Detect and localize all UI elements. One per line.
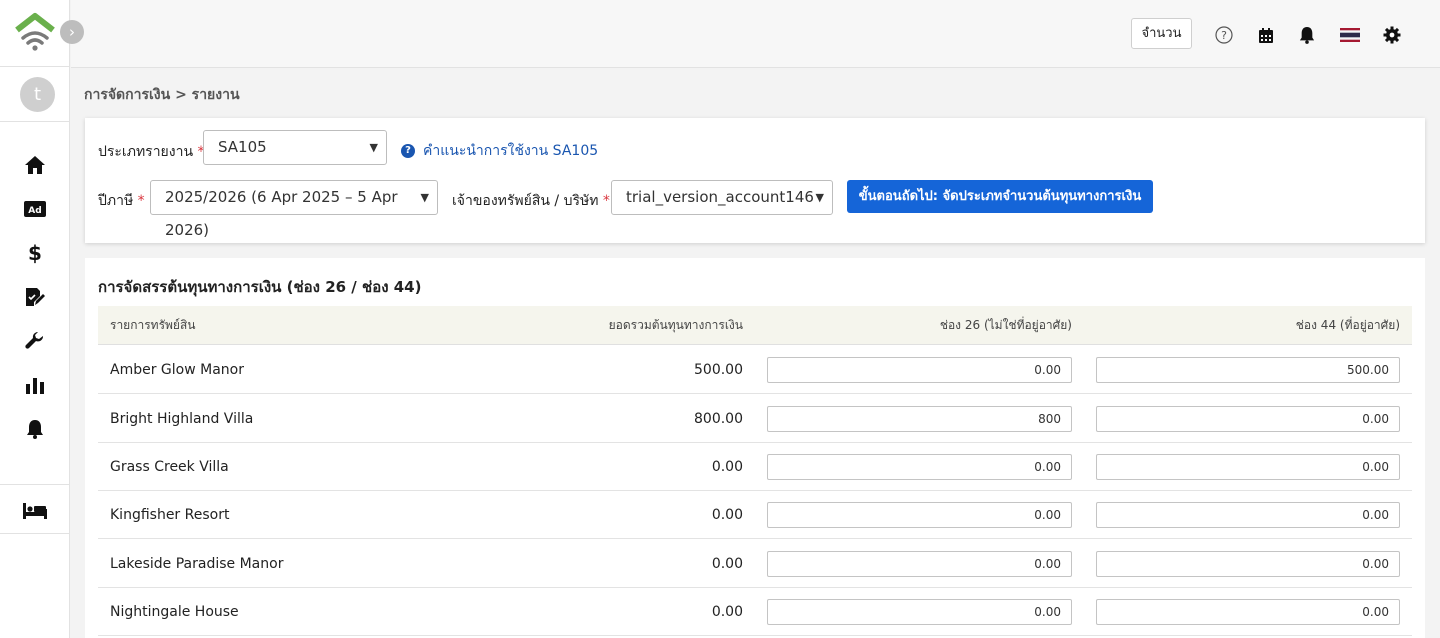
notification-bell-icon[interactable] xyxy=(1296,24,1318,46)
column-header-total: ยอดรวมต้นทุนทางการเงิน xyxy=(608,318,743,332)
chevron-down-icon: ▼ xyxy=(815,191,824,204)
report-type-select[interactable]: SA105 ▼ xyxy=(203,130,387,165)
home-icon[interactable] xyxy=(22,152,48,178)
required-mark: * xyxy=(137,193,145,209)
table-row: Grass Creek Villa 0.00 xyxy=(98,443,1412,491)
property-name: Lakeside Paradise Manor xyxy=(110,556,284,572)
tax-year-label: ปีภาษี * xyxy=(98,193,145,209)
table-row: Bright Highland Villa 800.00 xyxy=(98,395,1412,443)
total-cost: 500.00 xyxy=(694,362,743,378)
box44-input[interactable] xyxy=(1096,551,1400,577)
property-name: Nightingale House xyxy=(110,604,239,620)
box26-input[interactable] xyxy=(767,406,1072,432)
box26-input[interactable] xyxy=(767,502,1072,528)
chevron-down-icon: ▼ xyxy=(369,141,378,154)
total-cost: 0.00 xyxy=(711,604,743,620)
top-header: จำนวน ? xyxy=(71,0,1440,68)
table-row: Lakeside Paradise Manor 0.00 xyxy=(98,540,1412,588)
table-row: Kingfisher Resort 0.00 xyxy=(98,491,1412,539)
dollar-icon[interactable]: $ xyxy=(22,240,48,266)
column-header-box44: ช่อง 44 (ที่อยู่อาศัย) xyxy=(1295,318,1400,332)
property-name: Grass Creek Villa xyxy=(110,459,229,475)
box44-input[interactable] xyxy=(1096,454,1400,480)
chevron-down-icon: ▼ xyxy=(420,191,429,204)
avatar[interactable]: t xyxy=(20,77,55,112)
box26-input[interactable] xyxy=(767,357,1072,383)
table-row: Amber Glow Manor 500.00 xyxy=(98,346,1412,394)
report-type-label: ประเภทรายงาน * xyxy=(98,144,205,160)
sidebar-collapse-button[interactable]: › xyxy=(60,20,84,44)
sidebar-divider xyxy=(0,121,70,122)
ad-icon[interactable]: Ad xyxy=(22,196,48,222)
sidebar: t Ad $ xyxy=(0,0,70,638)
required-mark: * xyxy=(602,193,610,209)
table-header: รายการทรัพย์สิน ยอดรวมต้นทุนทางการเงิน ช… xyxy=(98,306,1412,345)
table-row: Nightingale House 0.00 xyxy=(98,588,1412,636)
owner-select[interactable]: trial_version_account146 ▼ xyxy=(611,180,833,215)
svg-text:Ad: Ad xyxy=(28,206,41,216)
thai-flag-icon[interactable] xyxy=(1339,24,1361,46)
bed-icon[interactable] xyxy=(22,498,48,524)
column-header-property: รายการทรัพย์สิน xyxy=(110,318,196,332)
box26-input[interactable] xyxy=(767,599,1072,625)
total-cost: 0.00 xyxy=(711,556,743,572)
question-circle-icon: ? xyxy=(401,144,415,158)
svg-text:$: $ xyxy=(28,242,42,264)
sidebar-divider xyxy=(0,484,70,485)
property-name: Amber Glow Manor xyxy=(110,362,244,378)
section-title: การจัดสรรต้นทุนทางการเงิน (ช่อง 26 / ช่อ… xyxy=(98,278,422,296)
quantity-button[interactable]: จำนวน xyxy=(1131,18,1192,49)
svg-text:?: ? xyxy=(1221,29,1227,42)
settings-gear-icon[interactable] xyxy=(1381,24,1403,46)
box44-input[interactable] xyxy=(1096,357,1400,383)
property-name: Kingfisher Resort xyxy=(110,507,230,523)
total-cost: 800.00 xyxy=(694,411,743,427)
breadcrumb: การจัดการเงิน > รายงาน xyxy=(84,87,240,103)
edit-document-icon[interactable] xyxy=(22,284,48,310)
finance-cost-card: การจัดสรรต้นทุนทางการเงิน (ช่อง 26 / ช่อ… xyxy=(85,258,1425,638)
box26-input[interactable] xyxy=(767,454,1072,480)
next-step-button[interactable]: ขั้นตอนถัดไป: จัดประเภทจำนวนต้นทุนทางการ… xyxy=(847,180,1153,213)
box44-input[interactable] xyxy=(1096,502,1400,528)
tax-year-select[interactable]: 2025/2026 (6 Apr 2025 – 5 Apr 2026) ▼ xyxy=(150,180,438,239)
sidebar-divider xyxy=(0,66,70,67)
total-cost: 0.00 xyxy=(711,459,743,475)
help-link[interactable]: ? คำแนะนำการใช้งาน SA105 xyxy=(401,140,598,162)
box26-input[interactable] xyxy=(767,551,1072,577)
box44-input[interactable] xyxy=(1096,599,1400,625)
column-header-box26: ช่อง 26 (ไม่ใช่ที่อยู่อาศัย) xyxy=(939,318,1072,332)
bar-chart-icon[interactable] xyxy=(22,372,48,398)
wrench-icon[interactable] xyxy=(22,328,48,354)
property-name: Bright Highland Villa xyxy=(110,411,254,427)
total-cost: 0.00 xyxy=(711,507,743,523)
sidebar-divider xyxy=(0,533,70,534)
home-logo-icon[interactable] xyxy=(14,12,56,52)
box44-input[interactable] xyxy=(1096,406,1400,432)
report-form-card: ประเภทรายงาน * SA105 ▼ ? คำแนะนำการใช้งา… xyxy=(85,118,1425,243)
help-icon[interactable]: ? xyxy=(1213,24,1235,46)
owner-label: เจ้าของทรัพย์สิน / บริษัท * xyxy=(452,193,610,209)
calendar-icon[interactable] xyxy=(1255,24,1277,46)
bell-icon[interactable] xyxy=(22,416,48,442)
